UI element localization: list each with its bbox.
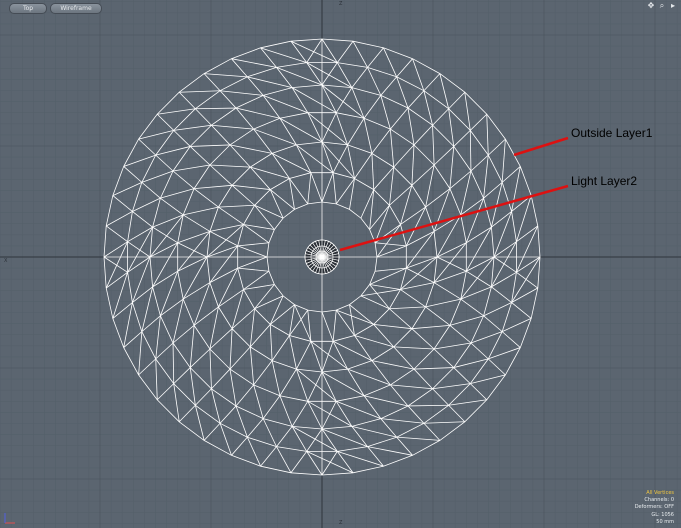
light-layer-arrow [339,184,569,252]
hud-gl-count: GL: 1056 [651,511,674,518]
hud-deformers: Deformers: OFF [634,504,674,511]
hud-channels: Channels: 0 [644,497,674,504]
hud-grid-size: 50 mm [656,518,674,525]
view-type-button[interactable]: Top [9,3,47,14]
shading-mode-button[interactable]: Wireframe [50,3,102,14]
3d-viewport[interactable]: Top Wireframe ✥ ⌕ ▸ Z Z X Outside Layer1… [0,0,681,528]
light-layer-mesh[interactable] [304,239,340,275]
axis-orientation-gizmo [4,513,15,524]
viewport-canvas[interactable] [0,0,681,528]
axis-tick-bottom: Z [339,520,343,526]
hud-selection-mode: All Vertices [646,489,674,496]
axis-tick-top: Z [339,1,343,7]
light-layer-label: Light Layer2 [571,174,638,188]
viewport-corner-controls: ✥ ⌕ ▸ [647,1,677,10]
viewport-menu-icon[interactable]: ▸ [669,1,677,10]
axis-tick-left: X [4,258,8,264]
grid-minor-lines [0,0,681,528]
move-view-icon[interactable]: ✥ [647,1,655,10]
outside-layer-label: Outside Layer1 [571,126,653,140]
zoom-view-icon[interactable]: ⌕ [658,1,666,10]
hud-info-panel: All Vertices Channels: 0 Deformers: OFF … [635,490,674,526]
